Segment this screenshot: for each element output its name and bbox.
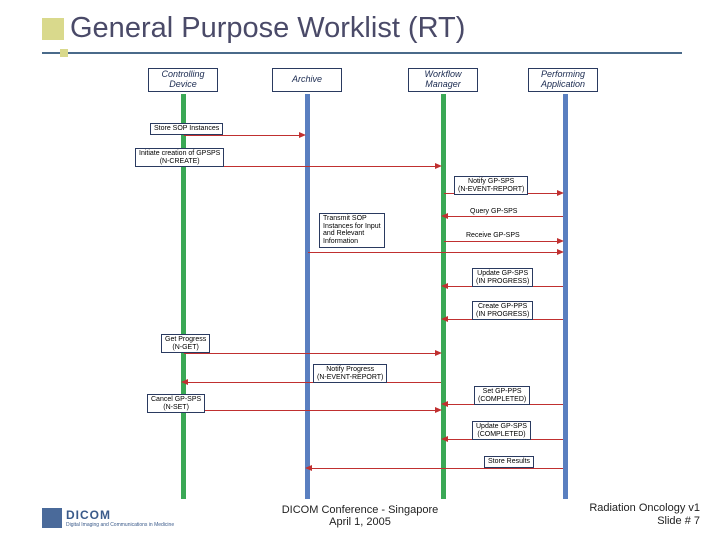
- msg-update-gpsps-comp: Update GP-SPS (COMPLETED): [472, 421, 531, 440]
- msg-initiate-gpsps: Initiate creation of GPSPS (N-CREATE): [135, 148, 224, 167]
- actor-controlling-device: Controlling Device: [148, 68, 218, 92]
- msg-update-gpsps-prog: Update GP-SPS (IN PROGRESS): [472, 268, 533, 287]
- msg-store-sop: Store SOP Instances: [150, 123, 223, 135]
- actor-performing-application: Performing Application: [528, 68, 598, 92]
- msg-transmit-sop: Transmit SOP Instances for Input and Rel…: [319, 213, 385, 248]
- lifeline-archive: [305, 94, 310, 499]
- lifeline-performing-application: [563, 94, 568, 499]
- msg-store-results: Store Results: [484, 456, 534, 468]
- msg-receive-gpsps: Receive GP-SPS: [466, 232, 520, 240]
- actor-archive: Archive: [272, 68, 342, 92]
- footer-right: Radiation Oncology v1 Slide # 7: [589, 502, 700, 528]
- title-icon: [42, 18, 64, 40]
- msg-get-progress: Get Progress (N-GET): [161, 334, 210, 353]
- title-bar: General Purpose Worklist (RT): [42, 12, 465, 45]
- msg-cancel-gpsps: Cancel GP-SPS (N-SET): [147, 394, 205, 413]
- msg-query-gpsps: Query GP-SPS: [470, 208, 517, 216]
- msg-create-gppps-prog: Create GP-PPS (IN PROGRESS): [472, 301, 533, 320]
- footer-doc-version: Radiation Oncology v1: [589, 502, 700, 515]
- footer-slide-number: Slide # 7: [589, 515, 700, 528]
- actor-workflow-manager: Workflow Manager: [408, 68, 478, 92]
- msg-notify-progress: Notify Progress (N-EVENT-REPORT): [313, 364, 387, 383]
- msg-set-gppps-comp: Set GP-PPS (COMPLETED): [474, 386, 530, 405]
- accent-square: [60, 49, 68, 57]
- title-underline: [42, 52, 682, 54]
- sequence-diagram: Controlling Device Archive Workflow Mana…: [125, 68, 605, 496]
- msg-notify-gpsps: Notify GP-SPS (N-EVENT-REPORT): [454, 176, 528, 195]
- page-title: General Purpose Worklist (RT): [70, 12, 465, 45]
